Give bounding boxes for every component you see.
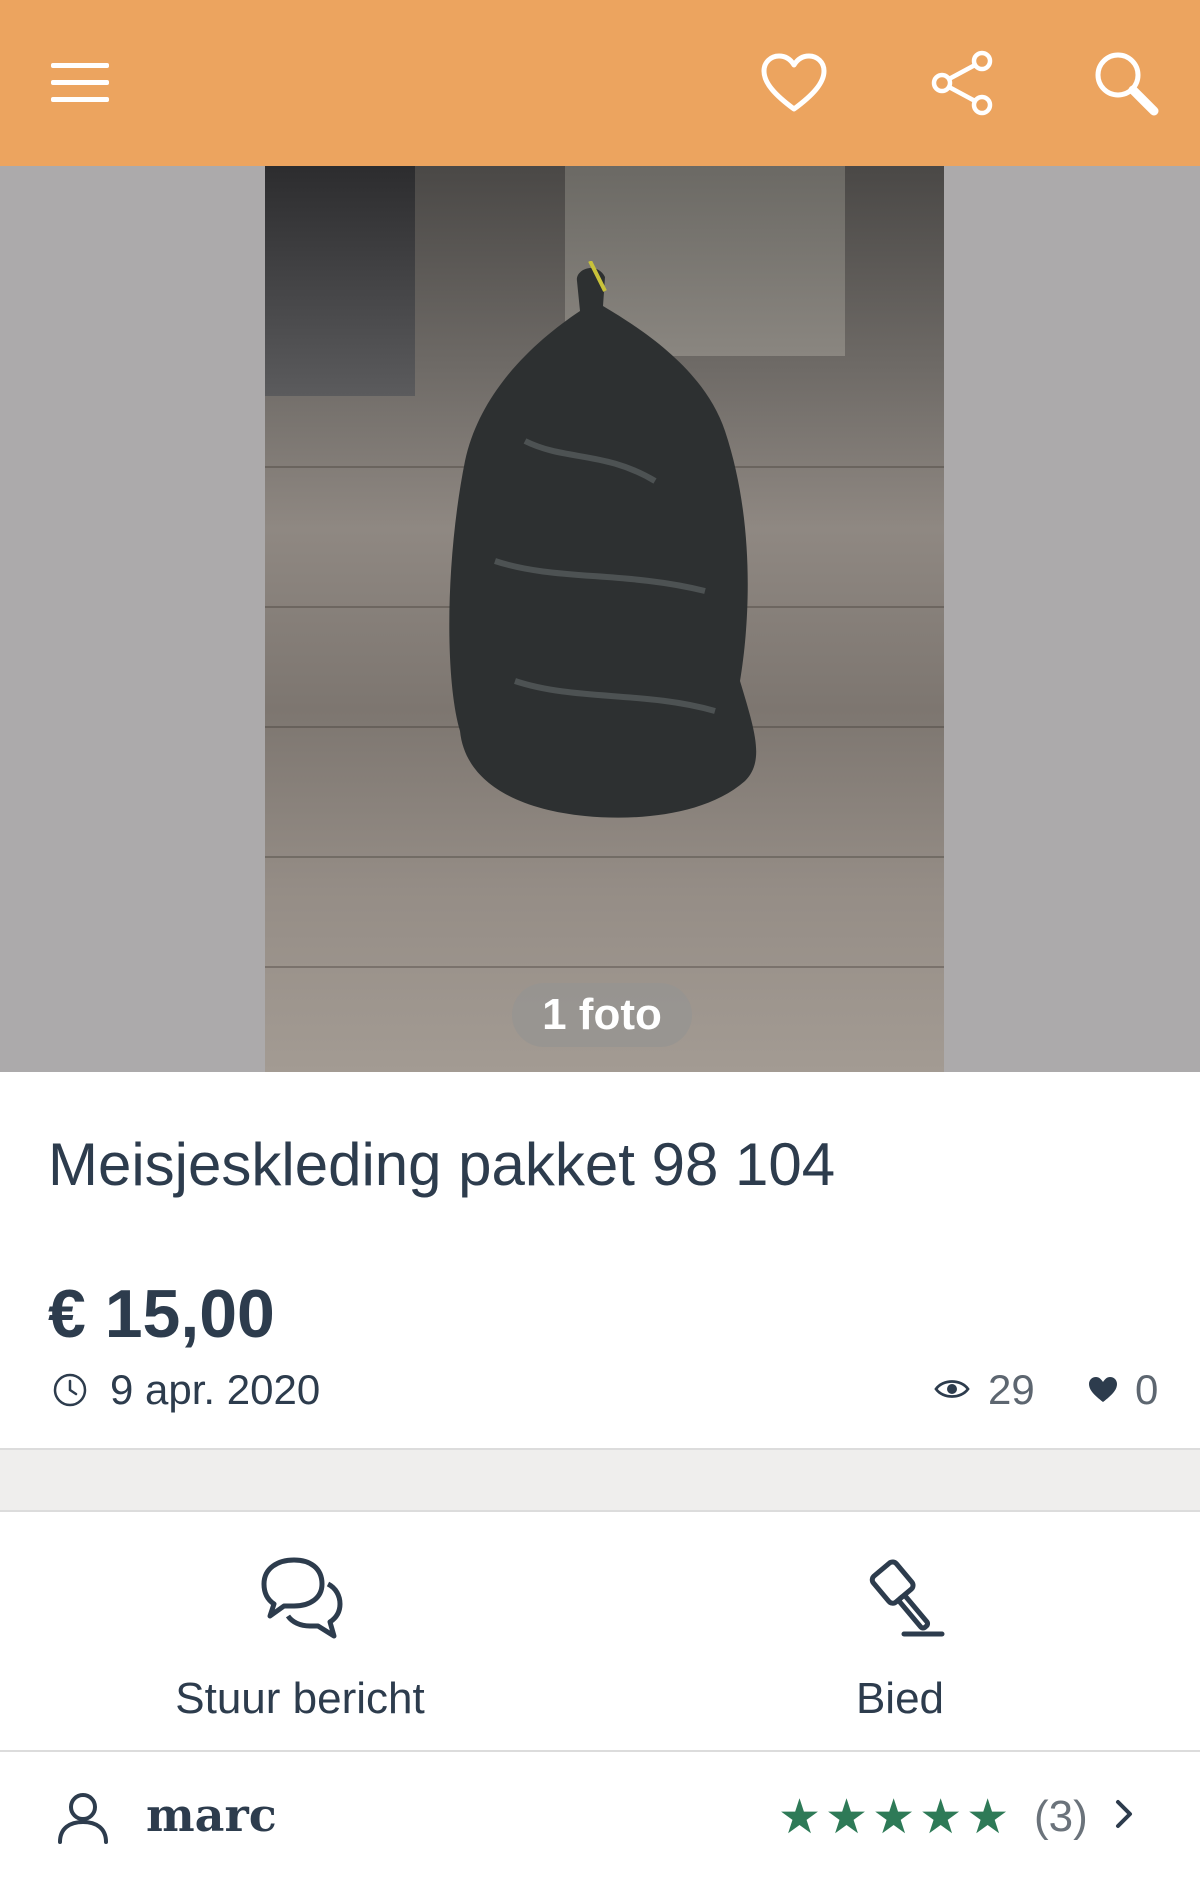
bid-label: Bied <box>855 1674 945 1723</box>
review-count: (3) <box>1034 1792 1088 1841</box>
listing-date: 9 apr. 2020 <box>110 1366 321 1413</box>
menu-button[interactable] <box>40 45 120 121</box>
share-icon <box>931 50 993 116</box>
seller-name[interactable]: marc <box>146 1788 277 1842</box>
listing-title: Meisjeskleding pakket 98 104 <box>48 1131 836 1198</box>
star-icon: ★ <box>778 1791 822 1844</box>
seller-rating: ★ ★ ★ ★ ★ <box>778 1794 1009 1842</box>
star-icon: ★ <box>872 1791 916 1844</box>
star-icon: ★ <box>966 1791 1010 1844</box>
top-app-bar <box>0 0 1200 166</box>
chat-bubbles-icon <box>261 1557 343 1639</box>
user-icon <box>58 1793 108 1844</box>
chevron-right-icon[interactable] <box>1114 1798 1134 1830</box>
clock-icon <box>53 1373 87 1407</box>
send-message-button[interactable]: Stuur bericht <box>0 1512 600 1750</box>
favorite-button[interactable] <box>752 42 836 124</box>
heart-filled-icon <box>1089 1377 1117 1402</box>
hamburger-menu-icon <box>51 63 109 102</box>
view-count: 29 <box>988 1366 1035 1413</box>
section-gap <box>0 1450 1200 1510</box>
listing-photo[interactable] <box>265 166 944 1072</box>
like-count: 0 <box>1135 1366 1159 1413</box>
listing-price: € 15,00 <box>48 1276 275 1352</box>
share-button[interactable] <box>920 42 1004 124</box>
star-icon: ★ <box>919 1791 963 1844</box>
photo-gallery[interactable]: 1 foto <box>0 166 1200 1072</box>
search-button[interactable] <box>1084 42 1168 124</box>
garbage-bag-image <box>449 261 757 818</box>
heart-outline-icon <box>761 53 827 112</box>
search-icon <box>1095 52 1159 116</box>
seller-row[interactable]: marc ★ ★ ★ ★ ★ (3) <box>0 1752 1200 1882</box>
eye-icon <box>934 1380 970 1398</box>
star-icon: ★ <box>825 1791 869 1844</box>
gavel-icon <box>869 1559 945 1637</box>
listing-meta: 9 apr. 2020 29 0 <box>0 1358 1200 1424</box>
photo-background-furniture <box>265 166 415 396</box>
bid-button[interactable]: Bied <box>600 1512 1200 1750</box>
photo-count-badge[interactable]: 1 foto <box>512 983 692 1047</box>
send-message-label: Stuur bericht <box>175 1674 425 1723</box>
